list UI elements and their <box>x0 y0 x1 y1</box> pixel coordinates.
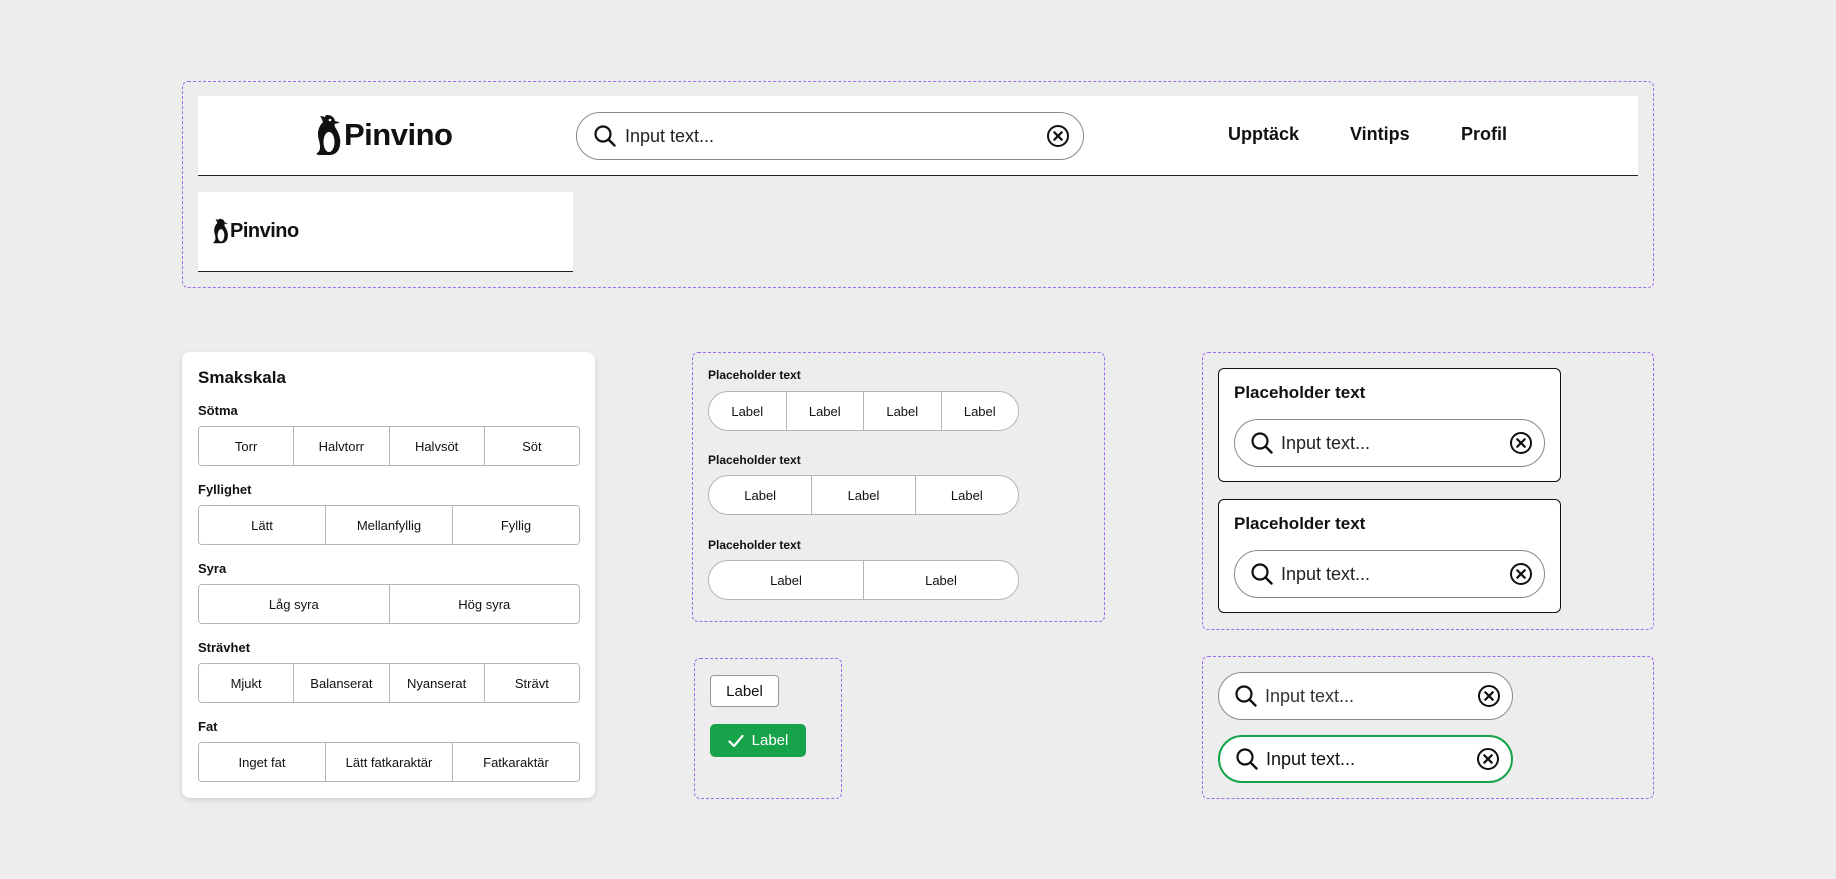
option-lag-syra[interactable]: Låg syra <box>199 585 390 623</box>
search-input[interactable]: Input text... <box>1265 686 1466 707</box>
pill-option[interactable]: Label <box>709 392 787 430</box>
option-latt[interactable]: Lätt <box>199 506 326 544</box>
group-label-syra: Syra <box>198 561 227 576</box>
nav-upptack[interactable]: Upptäck <box>1228 124 1299 145</box>
pill-segmented-4: Label Label Label Label <box>708 391 1019 431</box>
chip-selected-label: Label <box>751 732 789 749</box>
search-input[interactable]: Input text... <box>1281 433 1498 454</box>
check-icon <box>728 734 744 747</box>
search-input[interactable]: Input text... <box>1281 564 1498 585</box>
pill-segmented-3: Label Label Label <box>708 475 1019 515</box>
option-halvtorr[interactable]: Halvtorr <box>294 427 390 465</box>
group-label-fat: Fat <box>198 719 218 734</box>
smakskala-card: Smakskala Sötma Torr Halvtorr Halvsöt Sö… <box>182 352 595 798</box>
option-fatkaraktar[interactable]: Fatkaraktär <box>453 743 579 781</box>
clear-icon[interactable] <box>1033 124 1083 148</box>
option-balanserat[interactable]: Balanserat <box>294 664 390 702</box>
pill-option[interactable]: Label <box>942 392 1019 430</box>
group-label-stravhet: Strävhet <box>198 640 251 655</box>
top-navbar: Pinvino Input text... <box>198 96 1638 176</box>
group-label-fyllighet: Fyllighet <box>198 482 252 497</box>
option-sot[interactable]: Söt <box>484 427 579 465</box>
mini-logo[interactable]: Pinvino <box>213 218 299 244</box>
search-icon <box>577 124 625 148</box>
segmented-sotma: Torr Halvtorr Halvsöt Söt <box>198 426 580 466</box>
search-icon <box>1220 747 1266 771</box>
search-field[interactable]: Input text... <box>1234 419 1545 467</box>
clear-icon[interactable] <box>1498 562 1544 586</box>
pill-group-label: Placeholder text <box>708 368 801 382</box>
clear-icon[interactable] <box>1498 431 1544 455</box>
pill-option[interactable]: Label <box>864 561 1018 599</box>
penguin-logo-icon <box>316 115 341 155</box>
search-icon <box>1235 431 1281 455</box>
pill-option[interactable]: Label <box>916 476 1018 514</box>
option-torr[interactable]: Torr <box>199 427 295 465</box>
clear-icon[interactable] <box>1466 684 1512 708</box>
segmented-fyllighet: Lätt Mellanfyllig Fyllig <box>198 505 580 545</box>
segmented-fat: Inget fat Lätt fatkaraktär Fatkaraktär <box>198 742 580 782</box>
option-mjukt[interactable]: Mjukt <box>199 664 295 702</box>
option-stravt[interactable]: Strävt <box>484 664 579 702</box>
option-fyllig[interactable]: Fyllig <box>453 506 579 544</box>
search-card-title: Placeholder text <box>1234 383 1366 402</box>
nav-profil[interactable]: Profil <box>1461 124 1507 145</box>
option-latt-fatkaraktar[interactable]: Lätt fatkaraktär <box>326 743 453 781</box>
nav-vintips[interactable]: Vintips <box>1350 124 1410 145</box>
pill-option[interactable]: Label <box>864 392 942 430</box>
card-title: Smakskala <box>198 368 286 387</box>
pill-option[interactable]: Label <box>812 476 916 514</box>
segmented-syra: Låg syra Hög syra <box>198 584 580 624</box>
pill-group-label: Placeholder text <box>708 453 801 467</box>
logo-text: Pinvino <box>344 117 453 152</box>
search-card: Placeholder text Input text... <box>1218 368 1561 482</box>
group-label-sotma: Sötma <box>198 403 238 418</box>
pill-segmented-2: Label Label <box>708 560 1019 600</box>
header-search-field[interactable]: Input text... <box>576 112 1084 160</box>
search-field-focused[interactable]: Input text... <box>1218 735 1513 783</box>
option-halvsot[interactable]: Halvsöt <box>389 427 485 465</box>
option-nyanserat[interactable]: Nyanserat <box>389 664 485 702</box>
search-icon <box>1219 684 1265 708</box>
pill-option[interactable]: Label <box>787 392 864 430</box>
search-field[interactable]: Input text... <box>1234 550 1545 598</box>
pill-option[interactable]: Label <box>709 476 813 514</box>
search-card-title: Placeholder text <box>1234 514 1366 533</box>
search-card: Placeholder text Input text... <box>1218 499 1561 613</box>
penguin-logo-icon <box>213 218 228 244</box>
search-input[interactable]: Input text... <box>1266 749 1465 770</box>
pill-group-label: Placeholder text <box>708 538 801 552</box>
segmented-stravhet: Mjukt Balanserat Nyanserat Strävt <box>198 663 580 703</box>
search-input[interactable]: Input text... <box>625 126 1033 147</box>
logo[interactable]: Pinvino <box>316 114 453 156</box>
mini-logo-text: Pinvino <box>230 219 299 242</box>
mobile-navbar: Pinvino <box>198 192 573 272</box>
chip-selected[interactable]: Label <box>710 724 806 757</box>
option-inget-fat[interactable]: Inget fat <box>199 743 326 781</box>
option-hog-syra[interactable]: Hög syra <box>389 585 579 623</box>
clear-icon[interactable] <box>1465 747 1511 771</box>
search-icon <box>1235 562 1281 586</box>
pill-option[interactable]: Label <box>709 561 864 599</box>
chip-default[interactable]: Label <box>710 675 779 707</box>
search-field-default[interactable]: Input text... <box>1218 672 1513 720</box>
option-mellanfyllig[interactable]: Mellanfyllig <box>326 506 453 544</box>
